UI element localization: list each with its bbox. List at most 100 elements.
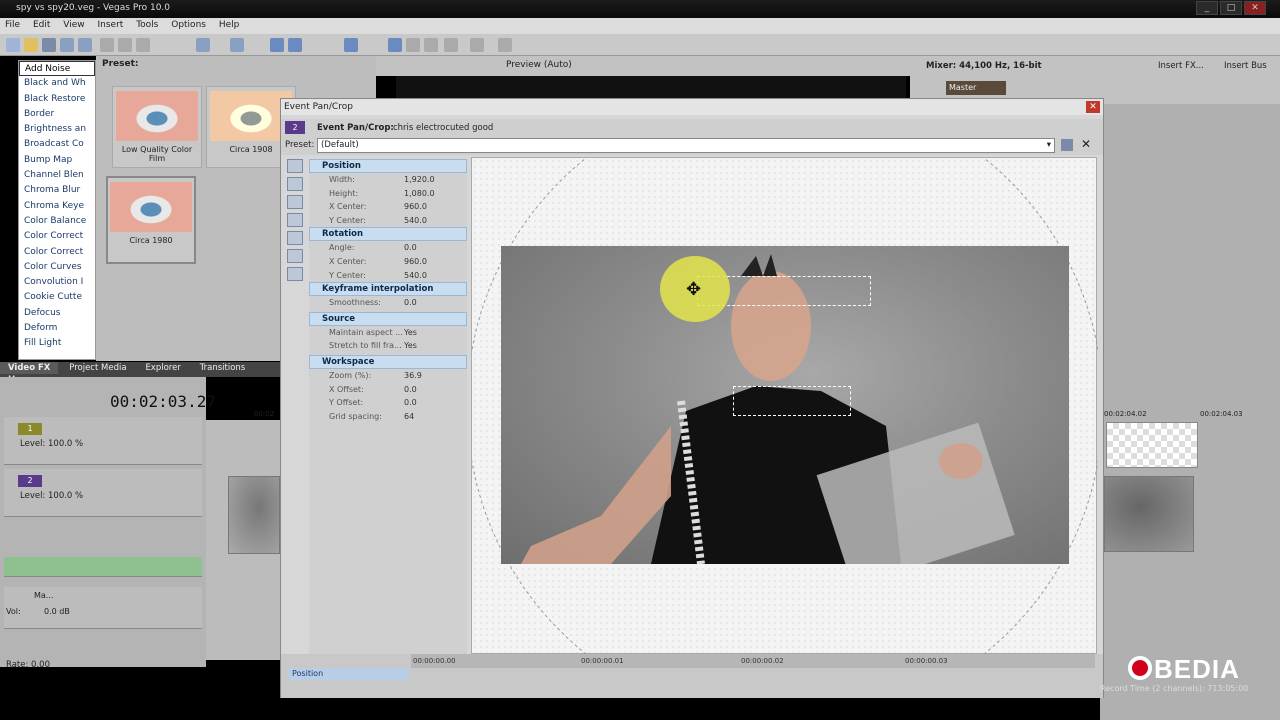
list-item[interactable]: Broadcast Co bbox=[19, 137, 95, 152]
tab-video-fx[interactable]: Video FX bbox=[0, 362, 59, 374]
menu-file[interactable]: File bbox=[0, 18, 25, 32]
property-row[interactable]: Y Offset: 0.0 bbox=[309, 396, 467, 410]
property-row[interactable]: Angle: 0.0 bbox=[309, 241, 467, 255]
maximize-button[interactable]: □ bbox=[1220, 1, 1242, 15]
property-row[interactable]: Smoothness: 0.0 bbox=[309, 296, 467, 310]
undo-icon[interactable] bbox=[196, 38, 210, 52]
property-row[interactable]: Stretch to fill fra... Yes bbox=[309, 339, 467, 353]
list-item[interactable]: Chroma Blur bbox=[19, 183, 95, 198]
zoom-tool-icon[interactable] bbox=[444, 38, 458, 52]
list-item[interactable]: Bump Map bbox=[19, 153, 95, 168]
render-icon[interactable] bbox=[60, 38, 74, 52]
list-item[interactable]: Channel Blen bbox=[19, 168, 95, 183]
section-workspace[interactable]: Workspace bbox=[309, 354, 467, 369]
save-icon[interactable] bbox=[42, 38, 56, 52]
list-item[interactable]: Fill Light bbox=[19, 336, 95, 351]
property-row[interactable]: Zoom (%): 36.9 bbox=[309, 369, 467, 383]
save-preset-icon[interactable] bbox=[1061, 139, 1073, 151]
enable-rotation-icon[interactable] bbox=[287, 231, 303, 245]
property-row[interactable]: Y Center: 540.0 bbox=[309, 214, 467, 228]
list-item[interactable]: Brightness an bbox=[19, 122, 95, 137]
preview-toolbar: Preview (Auto) bbox=[376, 56, 910, 76]
video-track-3-header[interactable] bbox=[4, 557, 202, 577]
keyframe-timeline-ruler[interactable]: 00:00:00.00 00:00:00.01 00:00:00.02 00:0… bbox=[411, 654, 1095, 668]
snap-icon[interactable] bbox=[270, 38, 284, 52]
insert-bus-button[interactable]: Insert Bus bbox=[1224, 61, 1267, 71]
zoom-tool-icon[interactable] bbox=[287, 213, 303, 227]
list-item[interactable]: Color Correct bbox=[19, 229, 95, 244]
move-freely-icon[interactable] bbox=[287, 267, 303, 281]
list-item[interactable]: Color Correct bbox=[19, 245, 95, 260]
lock-envelopes-icon[interactable] bbox=[344, 38, 358, 52]
menu-insert[interactable]: Insert bbox=[92, 18, 128, 32]
snap-to-grid-icon[interactable] bbox=[287, 249, 303, 263]
dialog-close-button[interactable]: ✕ bbox=[1086, 101, 1100, 113]
property-row[interactable]: X Center: 960.0 bbox=[309, 255, 467, 269]
tab-transitions[interactable]: Transitions bbox=[192, 362, 254, 374]
section-keyframe-interpolation[interactable]: Keyframe interpolation bbox=[309, 282, 467, 297]
envelope-tool-icon[interactable] bbox=[406, 38, 420, 52]
preset-thumb-low-quality[interactable]: Low Quality Color Film bbox=[112, 86, 202, 168]
preset-dropdown[interactable]: (Default) ▾ bbox=[317, 138, 1055, 153]
help-pointer-icon[interactable] bbox=[470, 38, 484, 52]
list-item[interactable]: Border bbox=[19, 107, 95, 122]
cut-icon[interactable] bbox=[100, 38, 114, 52]
section-rotation[interactable]: Rotation bbox=[309, 227, 467, 242]
video-clip-thumbnail[interactable] bbox=[1104, 476, 1194, 552]
auto-ripple-icon[interactable] bbox=[288, 38, 302, 52]
whats-this-icon[interactable] bbox=[498, 38, 512, 52]
list-item[interactable]: Defocus bbox=[19, 306, 95, 321]
delete-preset-icon[interactable]: ✕ bbox=[1081, 137, 1091, 151]
property-row[interactable]: Width: 1,920.0 bbox=[309, 173, 467, 187]
section-position[interactable]: Position bbox=[309, 159, 467, 173]
paste-icon[interactable] bbox=[136, 38, 150, 52]
menu-help[interactable]: Help bbox=[214, 18, 245, 32]
minimize-button[interactable]: _ bbox=[1196, 1, 1218, 15]
video-track-1-header[interactable]: 1 Level: 100.0 % bbox=[4, 417, 202, 465]
property-row[interactable]: X Center: 960.0 bbox=[309, 200, 467, 214]
property-row[interactable]: Height: 1,080.0 bbox=[309, 187, 467, 201]
open-icon[interactable] bbox=[24, 38, 38, 52]
close-window-button[interactable]: ✕ bbox=[1244, 1, 1266, 15]
video-frame-preview[interactable] bbox=[501, 246, 1069, 564]
normal-edit-tool-icon[interactable] bbox=[287, 159, 303, 173]
edit-tool-icon[interactable] bbox=[388, 38, 402, 52]
menu-view[interactable]: View bbox=[58, 18, 89, 32]
menu-edit[interactable]: Edit bbox=[28, 18, 55, 32]
list-item[interactable]: Black Restore bbox=[19, 92, 95, 107]
eye-thumbnail bbox=[110, 182, 192, 232]
property-row[interactable]: Maintain aspect ... Yes bbox=[309, 326, 467, 340]
insert-fx-button[interactable]: Insert FX... bbox=[1158, 61, 1204, 71]
list-item[interactable]: Convolution I bbox=[19, 275, 95, 290]
tab-explorer[interactable]: Explorer bbox=[137, 362, 188, 374]
list-item[interactable]: Color Curves bbox=[19, 260, 95, 275]
list-item[interactable]: Add Noise bbox=[19, 61, 95, 77]
property-row[interactable]: Grid spacing: 64 bbox=[309, 410, 467, 424]
preset-thumb-circa-1980[interactable]: Circa 1980 bbox=[106, 176, 196, 264]
selection-tool-icon[interactable] bbox=[424, 38, 438, 52]
section-source[interactable]: Source bbox=[309, 311, 467, 326]
video-track-2-header[interactable]: 2 Level: 100.0 % bbox=[4, 469, 202, 517]
redo-icon[interactable] bbox=[230, 38, 244, 52]
keyframe-track-position[interactable]: Position bbox=[289, 668, 409, 680]
move-tool-icon[interactable] bbox=[287, 177, 303, 191]
list-item[interactable]: Deform bbox=[19, 321, 95, 336]
list-item[interactable]: Cookie Cutte bbox=[19, 290, 95, 305]
preview-quality-dropdown[interactable]: Preview (Auto) bbox=[506, 60, 572, 70]
zoom-edit-tool-icon[interactable] bbox=[287, 195, 303, 209]
property-row[interactable]: X Offset: 0.0 bbox=[309, 383, 467, 397]
list-item[interactable]: Chroma Keye bbox=[19, 199, 95, 214]
transition-clip-thumbnail[interactable] bbox=[1106, 422, 1198, 468]
copy-icon[interactable] bbox=[118, 38, 132, 52]
menu-options[interactable]: Options bbox=[166, 18, 211, 32]
menu-tools[interactable]: Tools bbox=[131, 18, 163, 32]
audio-track-header[interactable]: Ma... Vol: 0.0 dB bbox=[4, 587, 202, 629]
pan-crop-workspace[interactable]: ✥ bbox=[471, 157, 1098, 655]
properties-icon[interactable] bbox=[78, 38, 92, 52]
list-item[interactable]: Black and Wh bbox=[19, 76, 95, 91]
list-item[interactable]: Color Balance bbox=[19, 214, 95, 229]
tab-project-media[interactable]: Project Media bbox=[61, 362, 134, 374]
property-row[interactable]: Y Center: 540.0 bbox=[309, 269, 467, 283]
new-icon[interactable] bbox=[6, 38, 20, 52]
video-clip-thumbnail[interactable] bbox=[228, 476, 280, 554]
